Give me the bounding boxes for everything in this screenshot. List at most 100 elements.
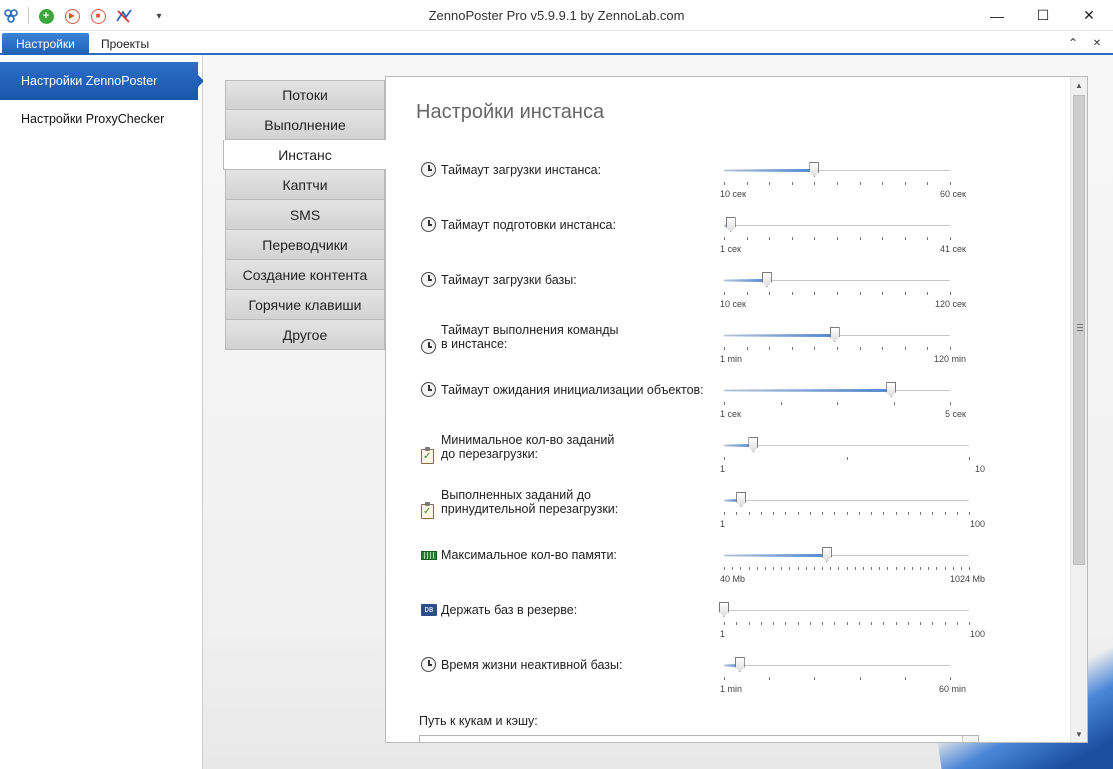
slider-thumb[interactable]: [886, 382, 897, 397]
start-icon[interactable]: ▶: [63, 7, 81, 25]
vertical-scrollbar[interactable]: ▲ ▼: [1070, 77, 1087, 742]
setting-slider[interactable]: 1 100: [719, 602, 985, 639]
zennoposter-logo-icon[interactable]: [2, 7, 20, 25]
setting-slider[interactable]: 40 Mb 1024 Mb: [720, 547, 985, 584]
scroll-up-icon[interactable]: ▲: [1071, 77, 1087, 93]
slider-thumb[interactable]: [748, 437, 759, 452]
slider-thumb[interactable]: [719, 602, 729, 617]
setting-label: Таймаут выполнения команды в инстансе:: [441, 323, 619, 351]
nav-item-proxychecker-settings[interactable]: Настройки ProxyChecker: [0, 100, 203, 138]
slider-tick: [834, 622, 836, 625]
slider-tick: [907, 512, 909, 515]
slider-thumb[interactable]: [821, 547, 832, 562]
slider-tick: [893, 402, 895, 405]
setting-slider[interactable]: 1 сек 41 сек: [720, 217, 966, 254]
nav-item-zennoposter-settings[interactable]: Настройки ZennoPoster: [0, 62, 204, 100]
slider-tick: [960, 567, 962, 570]
slider-min-label: 1 сек: [720, 409, 741, 419]
clock-icon: [421, 339, 437, 355]
browse-path-button[interactable]: [962, 736, 978, 742]
setting-label: Таймаут подготовки инстанса:: [441, 218, 616, 232]
slider-thumb[interactable]: [809, 162, 820, 177]
tab-projects[interactable]: Проекты: [87, 33, 163, 55]
customize-dropdown-icon[interactable]: ▾: [150, 7, 168, 25]
proxy-tool-icon[interactable]: [115, 7, 133, 25]
scroll-down-icon[interactable]: ▼: [1071, 726, 1087, 742]
clipboard-check-icon-glyph: [421, 502, 434, 519]
slider-tick: [920, 512, 921, 515]
setting-slider[interactable]: 10 сек 60 сек: [720, 162, 966, 199]
slider-tick: [895, 512, 897, 515]
slider-tick: [769, 677, 771, 680]
category-tab-content-creation[interactable]: Создание контента: [225, 260, 385, 290]
slider-tick: [907, 622, 909, 625]
slider-thumb[interactable]: [736, 492, 747, 507]
slider-max-label: 60 сек: [940, 189, 966, 199]
tab-settings[interactable]: Настройки: [2, 33, 89, 55]
collapse-ribbon-icon[interactable]: ⌃: [1065, 35, 1081, 51]
category-tab-translators[interactable]: Переводчики: [225, 230, 385, 260]
slider-min-label: 1 сек: [720, 244, 741, 254]
category-tab-threads[interactable]: Потоки: [225, 80, 385, 110]
slider-thumb[interactable]: [761, 272, 772, 287]
setting-slider[interactable]: 10 сек 120 сек: [720, 272, 966, 309]
slider-fill: [724, 334, 835, 337]
slider-tick: [773, 567, 774, 570]
setting-slider[interactable]: 1 min 120 min: [720, 327, 966, 364]
slider-tick: [748, 622, 750, 625]
slider-tick: [837, 347, 838, 350]
slider-thumb[interactable]: [734, 657, 745, 672]
clock-icon: [421, 162, 437, 178]
category-tab-other[interactable]: Другое: [225, 320, 385, 350]
setting-slider[interactable]: 1 10: [720, 437, 985, 474]
slider-tick: [834, 512, 836, 515]
setting-label: Максимальное кол-во памяти:: [441, 548, 617, 562]
slider-tick: [740, 567, 742, 570]
close-button[interactable]: ✕: [1066, 0, 1112, 31]
slider-max-label: 100: [969, 519, 985, 529]
setting-slider[interactable]: 1 сек 5 сек: [720, 382, 966, 419]
database-icon: DB: [421, 602, 437, 618]
title-bar: + ▶ ■ ▾ ZennoPoster Pro v5.9.9.1 by Zenn…: [0, 0, 1113, 31]
slider-thumb[interactable]: [725, 217, 736, 232]
category-tab-sms[interactable]: SMS: [225, 200, 385, 230]
slider-tick: [904, 292, 906, 295]
clock-icon-glyph: [421, 382, 436, 397]
slider-tick: [950, 182, 951, 185]
clock-icon-glyph: [421, 657, 436, 672]
category-tab-hotkeys[interactable]: Горячие клавиши: [225, 290, 385, 320]
slider-tick: [746, 237, 748, 240]
slider-tick: [904, 182, 906, 185]
add-task-icon[interactable]: +: [37, 7, 55, 25]
clipboard-check-icon: [421, 502, 437, 520]
category-tab-execution[interactable]: Выполнение: [225, 110, 385, 140]
clock-icon: [421, 272, 437, 288]
slider-tick: [956, 622, 958, 625]
slider-max-label: 10: [974, 464, 985, 474]
settings-nav: Настройки ZennoPoster Настройки ProxyChe…: [0, 55, 204, 769]
slider-tick: [809, 622, 811, 625]
cookie-cache-path-input[interactable]: [419, 735, 979, 742]
category-tab-instance[interactable]: Инстанс: [223, 140, 386, 170]
ribbon-pin-icon[interactable]: ✕: [1089, 35, 1105, 51]
setting-label: Держать баз в резерве:: [441, 603, 578, 617]
stop-icon[interactable]: ■: [89, 7, 107, 25]
maximize-button[interactable]: ☐: [1020, 0, 1066, 31]
slider-tick: [769, 292, 771, 295]
slider-tick: [882, 292, 884, 295]
slider-tick: [822, 622, 823, 625]
slider-tick: [859, 292, 861, 295]
slider-thumb[interactable]: [829, 327, 840, 342]
slider-tick: [760, 622, 762, 625]
setting-slider[interactable]: 1 min 60 min: [720, 657, 966, 694]
minimize-button[interactable]: —: [974, 0, 1020, 31]
setting-slider[interactable]: 1 100: [720, 492, 985, 529]
slider-tick: [809, 512, 811, 515]
slider-tick: [724, 457, 725, 460]
scrollbar-thumb[interactable]: [1073, 95, 1085, 565]
slider-tick: [748, 512, 750, 515]
category-tab-captcha[interactable]: Каптчи: [225, 170, 385, 200]
slider-tick: [969, 457, 970, 460]
slider-tick: [746, 182, 748, 185]
slider-track: [724, 610, 969, 611]
